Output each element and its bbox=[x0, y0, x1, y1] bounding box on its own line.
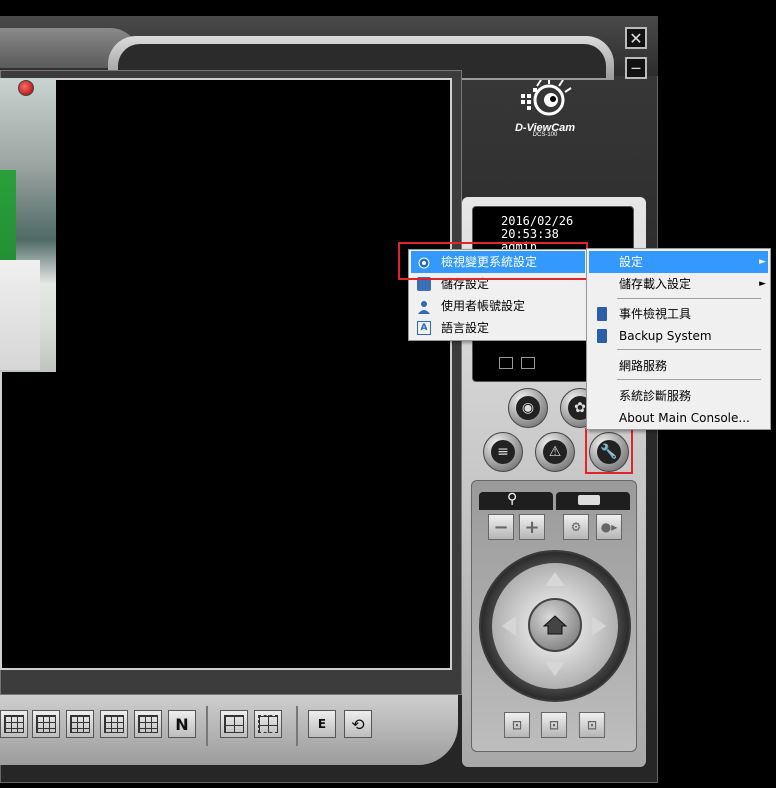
layout-button-n[interactable]: N bbox=[168, 710, 196, 738]
preset-icon: ⊡ bbox=[586, 718, 598, 732]
recording-indicator-icon bbox=[18, 80, 34, 96]
menu-label: 事件檢視工具 bbox=[619, 307, 692, 321]
n-label: N bbox=[175, 714, 189, 734]
focus-near-button[interactable]: ⚙ bbox=[563, 514, 589, 540]
minimize-button[interactable]: — bbox=[625, 57, 647, 79]
menu-label: 儲存載入設定 bbox=[619, 277, 692, 291]
menu-item-highlight-box bbox=[398, 242, 588, 280]
pan-down-button[interactable] bbox=[545, 662, 565, 676]
language-icon: A bbox=[417, 321, 431, 335]
rotate-button[interactable]: ⟲ bbox=[344, 710, 372, 738]
menu-label: 語言設定 bbox=[441, 321, 490, 335]
menu-item-language[interactable]: A 語言設定 bbox=[411, 317, 585, 339]
rotate-icon: ⟲ bbox=[351, 714, 365, 734]
menu-label: 使用者帳號設定 bbox=[441, 299, 526, 313]
record-icon: ◉ bbox=[516, 396, 540, 420]
toolbar-divider bbox=[206, 706, 208, 746]
submenu-arrow-icon: ► bbox=[759, 257, 766, 267]
video-viewport[interactable] bbox=[0, 78, 452, 670]
camera-feed-object-2 bbox=[0, 260, 40, 370]
menu-separator bbox=[617, 349, 761, 350]
layout-button-2[interactable] bbox=[32, 710, 60, 738]
pan-right-button[interactable] bbox=[592, 616, 606, 636]
ptz-home-button[interactable] bbox=[528, 598, 582, 652]
alert-button[interactable]: ⚠ bbox=[535, 432, 575, 472]
focus-near-icon: ⚙ bbox=[570, 520, 582, 534]
preset-button-2[interactable]: ⊡ bbox=[541, 712, 567, 738]
grid-layout-icon bbox=[224, 715, 244, 733]
layout-button-3[interactable] bbox=[66, 710, 94, 738]
grid-layout-icon bbox=[138, 715, 158, 733]
warning-icon: ⚠ bbox=[543, 440, 567, 464]
focus-far-icon: ●▸ bbox=[600, 520, 618, 534]
close-button[interactable]: ✕ bbox=[625, 27, 647, 49]
log-button[interactable]: ≡ bbox=[483, 432, 523, 472]
menu-item-event-viewer[interactable]: 事件檢視工具 bbox=[589, 303, 768, 325]
menu-item-network-services[interactable]: 網路服務 bbox=[589, 355, 768, 377]
monitor-icon bbox=[499, 357, 513, 369]
event-log-icon bbox=[597, 307, 607, 321]
playback-icon bbox=[521, 357, 535, 369]
camera-eye-icon bbox=[521, 78, 572, 116]
focus-header bbox=[556, 492, 630, 510]
grid-layout-icon bbox=[258, 715, 278, 733]
menu-label: About Main Console... bbox=[619, 411, 750, 425]
close-icon: ✕ bbox=[629, 28, 643, 48]
layout-button-4[interactable] bbox=[100, 710, 128, 738]
layout-button-1[interactable] bbox=[0, 710, 28, 738]
focus-far-button[interactable]: ●▸ bbox=[596, 514, 622, 540]
zoom-icon: ⚲ bbox=[507, 491, 518, 507]
submenu-arrow-icon: ► bbox=[759, 279, 766, 289]
menu-label: 系統診斷服務 bbox=[619, 389, 692, 403]
fullscreen-button[interactable]: E bbox=[308, 710, 336, 738]
menu-item-save-load-settings[interactable]: 儲存載入設定 ► bbox=[589, 273, 768, 295]
layout-button-6[interactable] bbox=[220, 710, 248, 738]
home-icon bbox=[542, 615, 568, 635]
settings-context-menu: 設定 ► 儲存載入設定 ► 事件檢視工具 Backup System 網路服務 … bbox=[586, 248, 771, 430]
preset-icon: ⊡ bbox=[548, 718, 560, 732]
layout-button-7[interactable] bbox=[254, 710, 282, 738]
pan-left-button[interactable] bbox=[502, 616, 516, 636]
zoom-in-button[interactable]: + bbox=[519, 514, 545, 540]
menu-item-user-accounts[interactable]: 使用者帳號設定 bbox=[411, 295, 585, 317]
zoom-out-button[interactable]: − bbox=[488, 514, 514, 540]
menu-label: Backup System bbox=[619, 329, 712, 343]
menu-item-diagnostics[interactable]: 系統診斷服務 bbox=[589, 385, 768, 407]
pan-up-button[interactable] bbox=[545, 572, 565, 586]
minimize-icon: — bbox=[631, 62, 641, 74]
record-button[interactable]: ◉ bbox=[508, 388, 548, 428]
zoom-header: ⚲ bbox=[479, 491, 553, 510]
menu-item-settings[interactable]: 設定 ► bbox=[589, 251, 768, 273]
menu-label: 網路服務 bbox=[619, 359, 668, 373]
settings-button-highlight bbox=[585, 428, 633, 474]
dviewcam-logo: D-ViewCam DCS-100 bbox=[505, 78, 585, 140]
layout-button-5[interactable] bbox=[134, 710, 162, 738]
user-icon bbox=[417, 299, 431, 314]
plus-icon: + bbox=[524, 516, 540, 538]
menu-label: 設定 bbox=[619, 255, 644, 269]
grid-layout-icon bbox=[104, 715, 124, 733]
menu-separator bbox=[617, 298, 761, 299]
preset-button-3[interactable]: ⊡ bbox=[579, 712, 605, 738]
menu-separator bbox=[617, 379, 761, 380]
grid-layout-icon bbox=[36, 715, 56, 733]
camera-focus-icon bbox=[578, 495, 600, 505]
minus-icon: − bbox=[493, 516, 509, 538]
backup-icon bbox=[597, 329, 607, 343]
preset-icon: ⊡ bbox=[511, 718, 523, 732]
menu-item-about[interactable]: About Main Console... bbox=[589, 407, 768, 429]
toolbar-divider bbox=[296, 706, 298, 746]
log-icon: ≡ bbox=[491, 440, 515, 464]
menu-item-backup-system[interactable]: Backup System bbox=[589, 325, 768, 347]
grid-layout-icon bbox=[70, 715, 90, 733]
preset-button-1[interactable]: ⊡ bbox=[504, 712, 530, 738]
fullscreen-icon: E bbox=[317, 717, 327, 731]
grid-layout-icon bbox=[4, 715, 24, 733]
